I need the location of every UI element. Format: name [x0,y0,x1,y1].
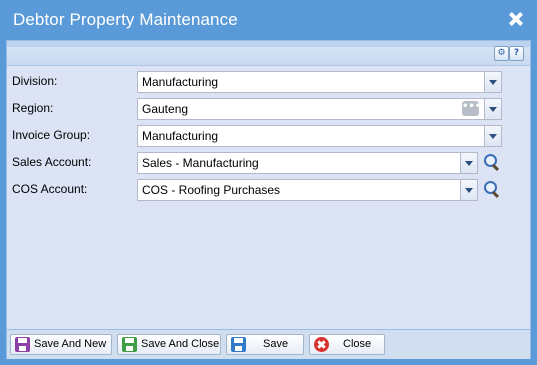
handle-shape [491,190,500,199]
close-circle-icon [314,337,329,352]
toolbar: ⚙ ? [7,41,530,66]
toolbar-strip [7,41,530,47]
chevron-down-icon[interactable] [460,180,477,200]
footer-toolbar: Save And New Save And Close Save Close [7,329,530,359]
chevron-down-icon[interactable] [484,72,501,92]
help-icon[interactable]: ? [509,46,524,61]
chevron-down-icon[interactable] [484,126,501,146]
save-icon [122,337,137,352]
division-value: Manufacturing [142,75,219,89]
handle-shape [491,163,500,172]
sales-account-label: Sales Account: [12,155,92,169]
save-and-close-label: Save And Close [141,338,220,350]
cos-account-value: COS - Roofing Purchases [142,183,281,197]
save-icon [231,337,246,352]
title-bar[interactable]: Debtor Property Maintenance [0,0,537,40]
division-label: Division: [12,74,58,88]
dialog-window: Debtor Property Maintenance ⚙ ? Division… [0,0,537,365]
region-row: Region: Gauteng ••• [7,98,530,120]
window-title: Debtor Property Maintenance [13,10,238,29]
search-icon[interactable] [481,179,502,200]
save-label: Save [263,338,289,350]
more-options-icon[interactable]: ••• [462,101,481,116]
gear-icon[interactable]: ⚙ [494,46,509,61]
invoice-group-value: Manufacturing [142,129,219,143]
invoice-group-combo[interactable]: Manufacturing [137,125,502,147]
close-icon[interactable] [509,12,523,26]
close-label: Close [343,338,372,350]
save-icon [15,337,30,352]
sales-account-row: Sales Account: Sales - Manufacturing [7,152,530,174]
region-value: Gauteng [142,102,189,116]
sales-account-value: Sales - Manufacturing [142,156,259,170]
division-row: Division: Manufacturing [7,71,530,93]
save-button[interactable]: Save [226,334,304,355]
invoice-group-row: Invoice Group: Manufacturing [7,125,530,147]
chevron-down-icon[interactable] [484,99,501,119]
cos-account-row: COS Account: COS - Roofing Purchases [7,179,530,201]
save-and-close-button[interactable]: Save And Close [117,334,221,355]
division-combo[interactable]: Manufacturing [137,71,502,93]
close-button[interactable]: Close [309,334,385,355]
dialog-body: ⚙ ? Division: Manufacturing Region: Gaut… [6,40,531,359]
search-icon[interactable] [481,152,502,173]
chevron-down-icon[interactable] [460,153,477,173]
sales-account-combo[interactable]: Sales - Manufacturing [137,152,478,174]
cos-account-combo[interactable]: COS - Roofing Purchases [137,179,478,201]
region-label: Region: [12,101,54,115]
cos-account-label: COS Account: [12,182,88,196]
save-and-new-button[interactable]: Save And New [10,334,112,355]
save-and-new-label: Save And New [34,338,107,350]
invoice-group-label: Invoice Group: [12,128,91,142]
region-combo[interactable]: Gauteng ••• [137,98,502,120]
